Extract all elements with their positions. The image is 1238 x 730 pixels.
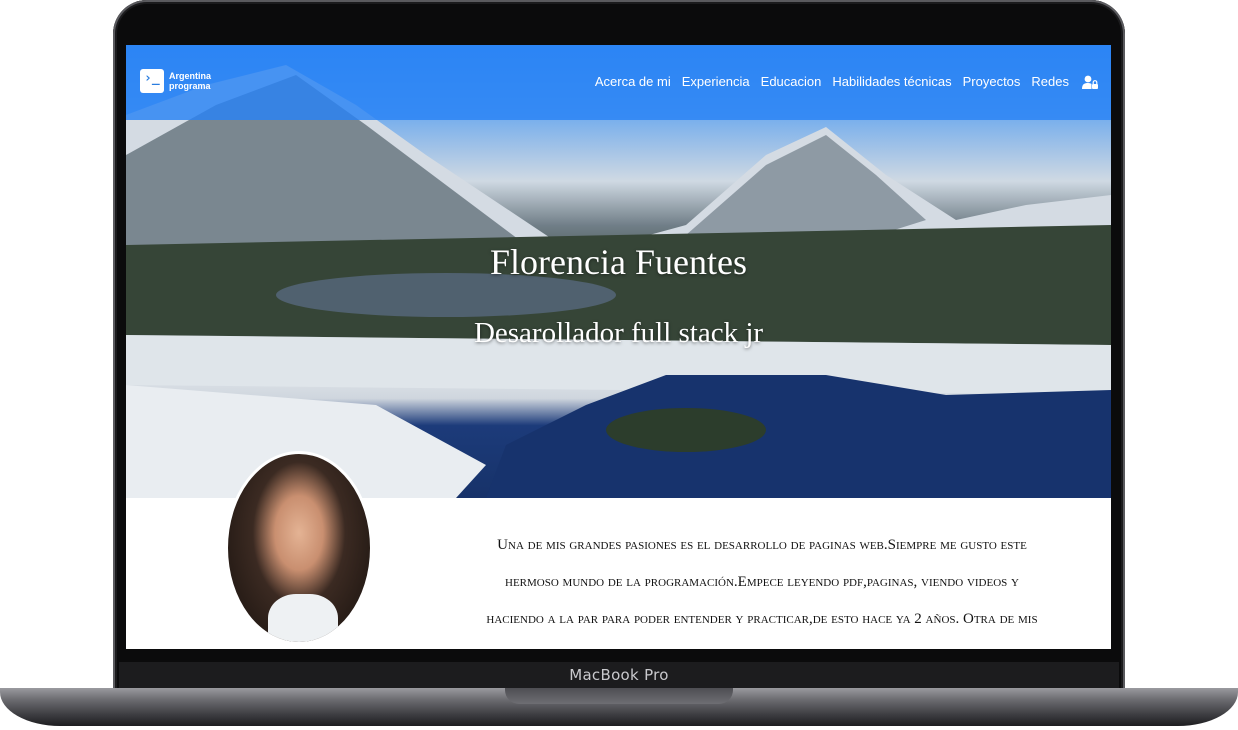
browser-screen: Argentina programa Acerca de mi Experien… [126, 45, 1111, 649]
terminal-icon [140, 69, 164, 93]
nav-link-acerca[interactable]: Acerca de mi [595, 74, 671, 89]
profile-avatar [225, 451, 373, 645]
hero-name: Florencia Fuentes [490, 242, 747, 282]
laptop-chin: MacBook Pro [119, 662, 1119, 688]
hero-role: Desarollador full stack jr [473, 317, 764, 349]
macbook-label: MacBook Pro [569, 666, 669, 684]
laptop-notch [505, 688, 733, 704]
navbar: Argentina programa Acerca de mi Experien… [126, 45, 1111, 120]
hero-banner: Argentina programa Acerca de mi Experien… [126, 45, 1111, 498]
nav-link-proyectos[interactable]: Proyectos [963, 74, 1021, 89]
nav-link-habilidades[interactable]: Habilidades técnicas [832, 74, 951, 89]
logo-text: Argentina programa [169, 71, 212, 91]
nav-link-redes[interactable]: Redes [1031, 74, 1069, 89]
about-text: Una de mis grandes pasiones es el desarr… [486, 537, 1038, 627]
avatar-shirt [268, 594, 338, 642]
nav-link-educacion[interactable]: Educacion [761, 74, 822, 89]
nav-link-experiencia[interactable]: Experiencia [682, 74, 750, 89]
user-lock-icon[interactable] [1082, 75, 1098, 90]
nav-links: Acerca de mi Experiencia Educacion Habil… [595, 74, 1069, 89]
argentina-programa-logo[interactable]: Argentina programa [140, 69, 217, 93]
